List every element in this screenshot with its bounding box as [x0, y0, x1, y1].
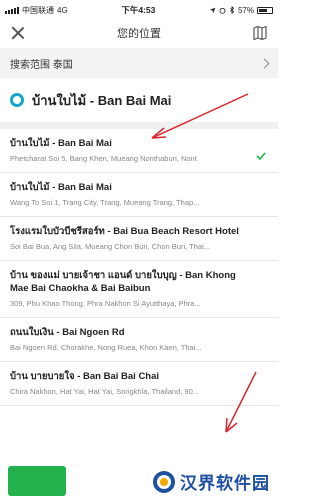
alarm-icon [219, 7, 226, 14]
result-list: บ้านใบไม้ - Ban Bai Mai Phetcharat Soi 5… [0, 129, 278, 406]
location-dot-icon [10, 93, 24, 107]
status-left: 中国联通 4G [5, 5, 68, 16]
watermark-text: 汉界软件园 [180, 474, 270, 493]
result-item-4[interactable]: บ้าน ของแม่ บายเจ้าชา แอนด์ บายใบบุญ - B… [0, 261, 278, 318]
status-right: 57% [209, 6, 273, 15]
result-item-1[interactable]: บ้านใบไม้ - Ban Bai Mai Phetcharat Soi 5… [0, 129, 278, 173]
carrier-label: 中国联通 [22, 5, 54, 15]
result-title: โรงแรมใบบัวบีชรีสอร์ท - Bai Bua Beach Re… [10, 226, 239, 237]
result-item-5[interactable]: ถนนใบเงิน - Bai Ngoen Rd Bai Ngoen Rd, C… [0, 318, 278, 362]
result-address: Bai Ngoen Rd, Chorakhe, Nong Ruea, Khon … [10, 343, 202, 352]
search-scope-label: 搜索范围 泰国 [10, 59, 73, 71]
chevron-right-icon [259, 58, 270, 68]
location-arrow-icon [209, 7, 216, 13]
result-address: Wang To Soi 1, Trang City, Trang, Mueang… [10, 198, 200, 207]
check-icon [256, 152, 266, 161]
result-address: Phetcharat Soi 5, Bang Khen, Mueang Nont… [10, 154, 197, 163]
result-title: ถนนใบเงิน - Bai Ngoen Rd [10, 327, 125, 338]
status-time: 下午4:53 [121, 5, 156, 15]
result-title: บ้าน บายบายใจ - Ban Bai Bai Chai [10, 371, 160, 382]
footer: 汉界软件园 [0, 462, 278, 500]
result-item-2[interactable]: บ้านใบไม้ - Ban Bai Mai Wang To Soi 1, T… [0, 173, 278, 217]
network-label: 4G [57, 5, 68, 15]
result-address: Soi Bai Bua, Ang Sila, Mueang Chon Buri,… [10, 242, 210, 251]
result-title: บ้านใบไม้ - Ban Bai Mai [10, 138, 112, 149]
page-title: 您的位置 [117, 28, 161, 40]
result-title: บ้านใบไม้ - Ban Bai Mai [10, 182, 112, 193]
confirm-button[interactable] [8, 466, 66, 496]
result-address: Chira Nakhon, Hat Yai, Hat Yai, Songkhla… [10, 387, 200, 396]
result-address: 309, Phu Khao Thong, Phra Nakhon Si Ayut… [10, 299, 201, 308]
result-title: บ้าน ของแม่ บายเจ้าชา แอนด์ บายใบบุญ - B… [10, 270, 236, 294]
watermark: 汉界软件园 [152, 469, 270, 494]
bluetooth-icon [230, 6, 235, 14]
search-scope-row[interactable]: 搜索范围 泰国 [0, 48, 278, 78]
status-bar: 中国联通 4G 下午4:53 57% [0, 0, 278, 20]
battery-percent: 57% [237, 5, 254, 15]
close-icon[interactable] [10, 25, 26, 41]
map-icon[interactable] [252, 25, 268, 41]
result-item-3[interactable]: โรงแรมใบบัวบีชรีสอร์ท - Bai Bua Beach Re… [0, 217, 278, 261]
search-query: บ้านใบไม้ - Ban Bai Mai [32, 92, 172, 108]
battery-icon [256, 6, 273, 14]
signal-icon [5, 6, 19, 14]
result-item-6[interactable]: บ้าน บายบายใจ - Ban Bai Bai Chai Chira N… [0, 362, 278, 406]
search-row[interactable]: บ้านใบไม้ - Ban Bai Mai [0, 78, 278, 129]
nav-bar: 您的位置 [0, 20, 278, 46]
watermark-logo-icon [153, 470, 175, 493]
